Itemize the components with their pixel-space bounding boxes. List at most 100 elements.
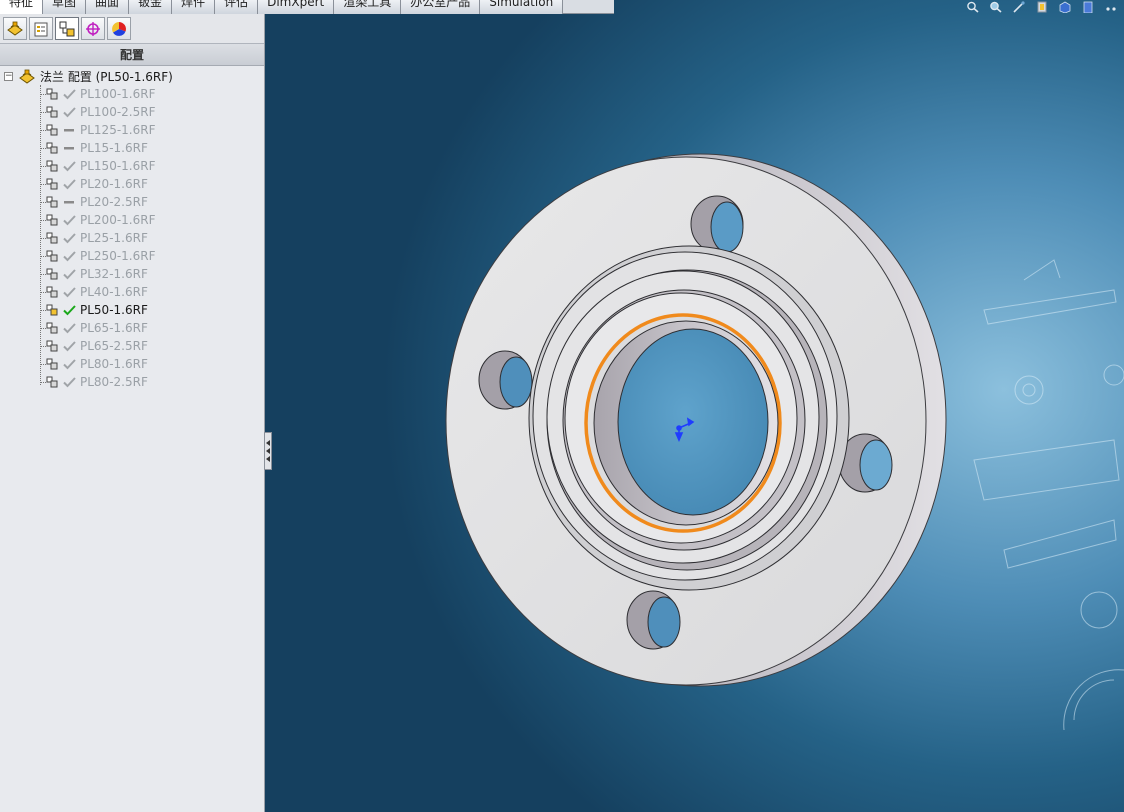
tab-sheet-metal[interactable]: 钣金	[129, 0, 173, 14]
configuration-label: PL40-1.6RF	[80, 285, 148, 299]
tab-surfaces[interactable]: 曲面	[86, 0, 130, 14]
collapse-toggle[interactable]: −	[4, 72, 13, 81]
tab-weldments[interactable]: 焊件	[172, 0, 216, 14]
tab-evaluate[interactable]: 评估	[215, 0, 259, 14]
configuration-label: PL80-1.6RF	[80, 357, 148, 371]
check-icon	[62, 249, 76, 263]
configuration-label: PL100-2.5RF	[80, 105, 156, 119]
configuration-icon	[46, 286, 58, 298]
configuration-icon	[46, 142, 58, 154]
check-icon	[62, 267, 76, 281]
bolt-hole	[626, 590, 681, 650]
configuration-item[interactable]: PL32-1.6RF	[0, 265, 264, 283]
panel-toolbar	[0, 14, 264, 44]
tab-office-products[interactable]: 办公室产品	[401, 0, 481, 14]
flange-model[interactable]	[265, 0, 1124, 812]
configuration-item[interactable]: PL25-1.6RF	[0, 229, 264, 247]
tab-render-tools[interactable]: 渲染工具	[334, 0, 402, 14]
check-icon	[62, 321, 76, 335]
command-manager-tabs: 特征 草图 曲面 钣金 焊件 评估 DimXpert 渲染工具 办公室产品 Si…	[0, 0, 614, 14]
feature-manager-tab[interactable]	[3, 17, 27, 40]
check-icon	[62, 213, 76, 227]
configuration-item[interactable]: PL50-1.6RF	[0, 301, 264, 319]
configuration-label: PL32-1.6RF	[80, 267, 148, 281]
check-icon	[62, 87, 76, 101]
feature-manager-icon	[7, 21, 23, 36]
configuration-label: PL250-1.6RF	[80, 249, 156, 263]
tree-root-label: 法兰 配置 (PL50-1.6RF)	[40, 70, 173, 84]
dimxpert-manager-icon	[86, 21, 100, 36]
property-manager-icon	[34, 22, 48, 36]
configuration-icon	[46, 322, 58, 334]
configuration-item[interactable]: PL250-1.6RF	[0, 247, 264, 265]
display-manager-tab[interactable]	[107, 17, 131, 40]
check-icon	[62, 357, 76, 371]
configuration-manager-panel: 配置 − 法兰 配置 (PL50-1.6RF) PL100-1.6RF PL100…	[0, 14, 265, 812]
configuration-icon	[46, 124, 58, 136]
bolt-hole	[478, 350, 533, 410]
check-icon	[62, 375, 76, 389]
check-icon	[62, 105, 76, 119]
configuration-label: PL25-1.6RF	[80, 231, 148, 245]
configuration-label: PL100-1.6RF	[80, 87, 156, 101]
dimxpert-manager-tab[interactable]	[81, 17, 105, 40]
check-icon	[62, 285, 76, 299]
configuration-item[interactable]: PL65-2.5RF	[0, 337, 264, 355]
configuration-item[interactable]: PL80-1.6RF	[0, 355, 264, 373]
check-icon	[62, 303, 76, 317]
tab-sketch[interactable]: 草图	[43, 0, 87, 14]
configuration-list: PL100-1.6RF PL100-2.5RF PL125-1.6RF PL15-1.…	[0, 85, 264, 391]
configuration-icon	[46, 178, 58, 190]
configuration-label: PL15-1.6RF	[80, 141, 148, 155]
configuration-icon	[46, 250, 58, 262]
configuration-label: PL80-2.5RF	[80, 375, 148, 389]
configuration-item[interactable]: PL125-1.6RF	[0, 121, 264, 139]
configuration-tree: − 法兰 配置 (PL50-1.6RF) PL100-1.6RF PL100-2.…	[0, 66, 264, 391]
configuration-item[interactable]: PL100-1.6RF	[0, 85, 264, 103]
configuration-icon	[46, 340, 58, 352]
panel-collapse-handle[interactable]	[264, 432, 272, 470]
configuration-icon	[46, 214, 58, 226]
configuration-item[interactable]: PL65-1.6RF	[0, 319, 264, 337]
display-manager-icon	[112, 21, 126, 36]
configuration-manager-tab[interactable]	[55, 17, 79, 40]
graphics-area[interactable]	[265, 0, 1124, 812]
configuration-icon	[46, 358, 58, 370]
check-icon	[62, 339, 76, 353]
check-icon	[62, 177, 76, 191]
configuration-label: PL125-1.6RF	[80, 123, 156, 137]
configuration-label: PL200-1.6RF	[80, 213, 156, 227]
configuration-icon	[46, 304, 58, 316]
tree-root[interactable]: − 法兰 配置 (PL50-1.6RF)	[0, 68, 264, 85]
configuration-item[interactable]: PL100-2.5RF	[0, 103, 264, 121]
configuration-icon	[46, 196, 58, 208]
configuration-item[interactable]: PL200-1.6RF	[0, 211, 264, 229]
configuration-item[interactable]: PL150-1.6RF	[0, 157, 264, 175]
configuration-icon	[46, 268, 58, 280]
configuration-item[interactable]: PL40-1.6RF	[0, 283, 264, 301]
tab-dimxpert[interactable]: DimXpert	[258, 0, 335, 14]
configuration-icon	[46, 106, 58, 118]
check-icon	[62, 231, 76, 245]
configuration-label: PL20-1.6RF	[80, 177, 148, 191]
configuration-item[interactable]: PL20-2.5RF	[0, 193, 264, 211]
configuration-manager-icon	[59, 21, 75, 36]
panel-title: 配置	[0, 44, 264, 66]
configuration-item[interactable]: PL80-2.5RF	[0, 373, 264, 391]
configuration-label: PL50-1.6RF	[80, 303, 148, 317]
configuration-item[interactable]: PL20-1.6RF	[0, 175, 264, 193]
configuration-icon	[46, 376, 58, 388]
configuration-item[interactable]: PL15-1.6RF	[0, 139, 264, 157]
tab-simulation[interactable]: Simulation	[480, 0, 564, 14]
suppressed-icon	[62, 123, 76, 137]
tab-features[interactable]: 特征	[0, 0, 44, 14]
check-icon	[62, 159, 76, 173]
configuration-label: PL65-1.6RF	[80, 321, 148, 335]
configuration-label: PL20-2.5RF	[80, 195, 148, 209]
configuration-label: PL65-2.5RF	[80, 339, 148, 353]
configuration-label: PL150-1.6RF	[80, 159, 156, 173]
configuration-icon	[46, 160, 58, 172]
part-icon	[19, 69, 35, 84]
property-manager-tab[interactable]	[29, 17, 53, 40]
configuration-icon	[46, 232, 58, 244]
